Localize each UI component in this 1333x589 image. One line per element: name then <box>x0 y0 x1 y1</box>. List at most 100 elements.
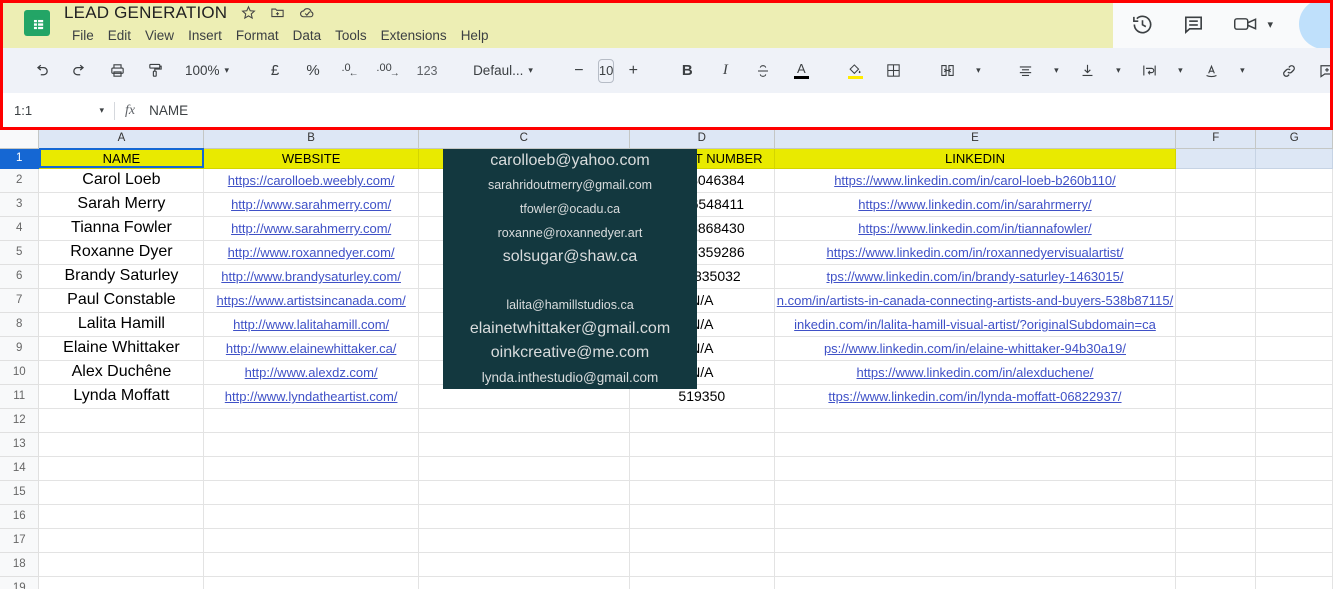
cell-a5-name[interactable]: Roxanne Dyer <box>38 239 205 265</box>
cell-d15[interactable] <box>628 479 775 505</box>
row-header-16[interactable]: 16 <box>0 503 40 529</box>
cell-a6-name[interactable]: Brandy Saturley <box>38 263 205 289</box>
website-link[interactable]: https://carolloeb.weebly.com/ <box>228 173 395 188</box>
cell-b7-website[interactable]: https://www.artistsincanada.com/ <box>203 287 419 313</box>
cell-d11-contact[interactable]: 519350 <box>628 383 775 409</box>
cell-b5-website[interactable]: http://www.roxannedyer.com/ <box>203 239 419 265</box>
cell-c5-email[interactable] <box>417 239 630 265</box>
zoom-control[interactable]: 100% ▾ <box>179 56 235 86</box>
percent-format-button[interactable]: % <box>299 56 327 86</box>
font-family-selector[interactable]: Defaul... ▾ <box>467 56 539 86</box>
cell-c12[interactable] <box>417 407 630 433</box>
row-header-2[interactable]: 2 <box>0 167 40 193</box>
vertical-align-caret-icon[interactable]: ▾ <box>1111 56 1125 86</box>
cell-a15[interactable] <box>38 479 205 505</box>
linkedin-link[interactable]: ps://www.linkedin.com/in/elaine-whittake… <box>824 341 1126 356</box>
cell-c18[interactable] <box>417 551 630 577</box>
cell-a11-name[interactable]: Lynda Moffatt <box>38 383 205 409</box>
comment-icon[interactable] <box>1182 13 1205 36</box>
cell-a3-name[interactable]: Sarah Merry <box>38 191 205 217</box>
horizontal-align-caret-icon[interactable]: ▾ <box>1049 56 1063 86</box>
column-header-d[interactable]: D <box>628 129 775 149</box>
menu-insert[interactable]: Insert <box>181 26 229 45</box>
linkedin-link[interactable]: https://www.linkedin.com/in/tiannafowler… <box>858 221 1091 236</box>
cell-b12[interactable] <box>203 407 419 433</box>
website-link[interactable]: https://www.artistsincanada.com/ <box>216 293 405 308</box>
cell-a9-name[interactable]: Elaine Whittaker <box>38 335 205 361</box>
cell-c11-email[interactable] <box>417 383 630 409</box>
row-header-12[interactable]: 12 <box>0 407 40 433</box>
meet-video-icon[interactable] <box>1233 14 1259 34</box>
cell-b4-website[interactable]: http://www.sarahmerry.com/ <box>203 215 419 241</box>
cell-g12[interactable] <box>1255 407 1333 433</box>
cell-c7-email[interactable] <box>417 287 630 313</box>
cell-g1[interactable] <box>1255 147 1333 169</box>
meet-dropdown-caret-icon[interactable]: ▾ <box>1267 18 1273 31</box>
cell-d12[interactable] <box>628 407 775 433</box>
cell-a12[interactable] <box>38 407 205 433</box>
cell-a13[interactable] <box>38 431 205 457</box>
text-wrap-icon[interactable] <box>1135 56 1163 86</box>
cell-c6-email[interactable] <box>417 263 630 289</box>
row-header-4[interactable]: 4 <box>0 215 40 241</box>
cell-f2[interactable] <box>1175 167 1257 193</box>
cell-c2-email[interactable] <box>417 167 630 193</box>
menu-file[interactable]: File <box>65 26 101 45</box>
website-link[interactable]: http://www.sarahmerry.com/ <box>231 197 391 212</box>
menu-view[interactable]: View <box>138 26 181 45</box>
cell-g19[interactable] <box>1255 575 1333 589</box>
linkedin-link[interactable]: https://www.linkedin.com/in/alexduchene/ <box>856 365 1093 380</box>
cell-e8-linkedin[interactable]: inkedin.com/in/lalita-hamill-visual-arti… <box>773 311 1177 337</box>
cell-e10-linkedin[interactable]: https://www.linkedin.com/in/alexduchene/ <box>773 359 1177 385</box>
cell-d1-contact-header[interactable]: CONTACT NUMBER <box>628 147 775 169</box>
cell-c3-email[interactable] <box>417 191 630 217</box>
cell-f7[interactable] <box>1175 287 1257 313</box>
row-header-1[interactable]: 1 <box>0 147 40 169</box>
cell-e1-linkedin-header[interactable]: LINKEDIN <box>773 147 1177 169</box>
font-size-input[interactable]: 10 <box>597 58 615 83</box>
cell-a8-name[interactable]: Lalita Hamill <box>38 311 205 337</box>
website-link[interactable]: http://www.lyndatheartist.com/ <box>225 389 398 404</box>
row-header-19[interactable]: 19 <box>0 575 40 589</box>
cell-c17[interactable] <box>417 527 630 553</box>
cell-c14[interactable] <box>417 455 630 481</box>
cell-b17[interactable] <box>203 527 419 553</box>
cell-b1-website-header[interactable]: WEBSITE <box>203 147 419 169</box>
cell-g6[interactable] <box>1255 263 1333 289</box>
formula-input[interactable]: NAME <box>149 103 188 118</box>
cell-f10[interactable] <box>1175 359 1257 385</box>
cell-g18[interactable] <box>1255 551 1333 577</box>
cell-d7-contact[interactable]: N/A <box>628 287 775 313</box>
cell-b18[interactable] <box>203 551 419 577</box>
cell-g5[interactable] <box>1255 239 1333 265</box>
cell-g14[interactable] <box>1255 455 1333 481</box>
linkedin-link[interactable]: n.com/in/artists-in-canada-connecting-ar… <box>777 293 1173 308</box>
text-color-button[interactable]: A <box>787 56 815 86</box>
cell-d14[interactable] <box>628 455 775 481</box>
insert-comment-icon[interactable] <box>1313 56 1333 86</box>
menu-edit[interactable]: Edit <box>101 26 138 45</box>
cell-b8-website[interactable]: http://www.lalitahamill.com/ <box>203 311 419 337</box>
cell-f1[interactable] <box>1175 147 1257 169</box>
decrease-font-size-button[interactable]: − <box>565 56 593 86</box>
cell-g8[interactable] <box>1255 311 1333 337</box>
linkedin-link[interactable]: ttps://www.linkedin.com/in/lynda-moffatt… <box>828 389 1121 404</box>
italic-button[interactable]: I <box>711 56 739 86</box>
cell-b6-website[interactable]: http://www.brandysaturley.com/ <box>203 263 419 289</box>
cell-g9[interactable] <box>1255 335 1333 361</box>
cell-f12[interactable] <box>1175 407 1257 433</box>
row-header-17[interactable]: 17 <box>0 527 40 553</box>
row-header-3[interactable]: 3 <box>0 191 40 217</box>
cell-e17[interactable] <box>773 527 1177 553</box>
website-link[interactable]: http://www.alexdz.com/ <box>245 365 378 380</box>
cell-c10-email[interactable] <box>417 359 630 385</box>
row-header-10[interactable]: 10 <box>0 359 40 385</box>
borders-icon[interactable] <box>879 56 907 86</box>
cell-e7-linkedin[interactable]: n.com/in/artists-in-canada-connecting-ar… <box>773 287 1177 313</box>
website-link[interactable]: http://www.brandysaturley.com/ <box>221 269 401 284</box>
cell-d9-contact[interactable]: N/A <box>628 335 775 361</box>
column-header-f[interactable]: F <box>1175 129 1257 149</box>
cell-b16[interactable] <box>203 503 419 529</box>
website-link[interactable]: http://www.elainewhittaker.ca/ <box>226 341 397 356</box>
linkedin-link[interactable]: tps://www.linkedin.com/in/brandy-saturle… <box>826 269 1123 284</box>
